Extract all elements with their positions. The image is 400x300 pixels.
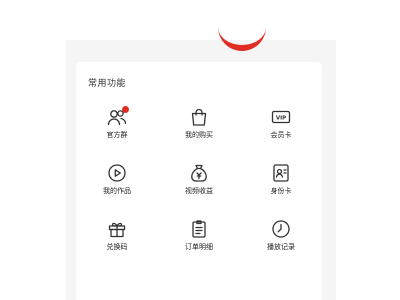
play-circle-icon bbox=[106, 162, 128, 184]
function-item-identity-card[interactable]: 身份卡 bbox=[240, 158, 322, 214]
function-item-order-details[interactable]: 订单明细 bbox=[158, 214, 240, 270]
function-label: 官方群 bbox=[106, 131, 128, 139]
function-label: 我的购买 bbox=[185, 131, 213, 139]
function-item-play-history[interactable]: 播放记录 bbox=[240, 214, 322, 270]
common-functions-card: 常用功能 官方群 我的购买 VIP 会员卡 我的作品 视频收益 身份卡 兑换码 … bbox=[76, 62, 322, 300]
function-label: 播放记录 bbox=[267, 243, 295, 251]
function-label: 视频收益 bbox=[185, 187, 213, 195]
section-title: 常用功能 bbox=[88, 79, 127, 89]
notification-dot bbox=[122, 106, 129, 113]
function-item-my-works[interactable]: 我的作品 bbox=[76, 158, 158, 214]
function-item-redeem-code[interactable]: 兑换码 bbox=[76, 214, 158, 270]
function-item-official-group[interactable]: 官方群 bbox=[76, 102, 158, 158]
function-label: 会员卡 bbox=[270, 131, 292, 139]
money-bag-icon bbox=[188, 162, 210, 184]
function-grid: 官方群 我的购买 VIP 会员卡 我的作品 视频收益 身份卡 兑换码 订单明细 … bbox=[76, 102, 322, 270]
function-item-membership-card[interactable]: VIP 会员卡 bbox=[240, 102, 322, 158]
function-label: 兑换码 bbox=[106, 243, 128, 251]
function-item-my-purchases[interactable]: 我的购买 bbox=[158, 102, 240, 158]
vip-card-icon: VIP bbox=[270, 106, 292, 128]
function-label: 订单明细 bbox=[185, 243, 213, 251]
function-label: 我的作品 bbox=[103, 187, 131, 195]
gift-icon bbox=[106, 218, 128, 240]
order-list-icon bbox=[188, 218, 210, 240]
group-chat-icon bbox=[106, 106, 129, 128]
vip-badge-text: VIP bbox=[276, 116, 286, 122]
function-label: 身份卡 bbox=[270, 187, 292, 195]
shopping-bag-icon bbox=[188, 106, 210, 128]
page: 常用功能 官方群 我的购买 VIP 会员卡 我的作品 视频收益 身份卡 兑换码 … bbox=[0, 0, 400, 300]
function-item-video-earnings[interactable]: 视频收益 bbox=[158, 158, 240, 214]
id-card-icon bbox=[270, 162, 292, 184]
clock-icon bbox=[270, 218, 292, 240]
